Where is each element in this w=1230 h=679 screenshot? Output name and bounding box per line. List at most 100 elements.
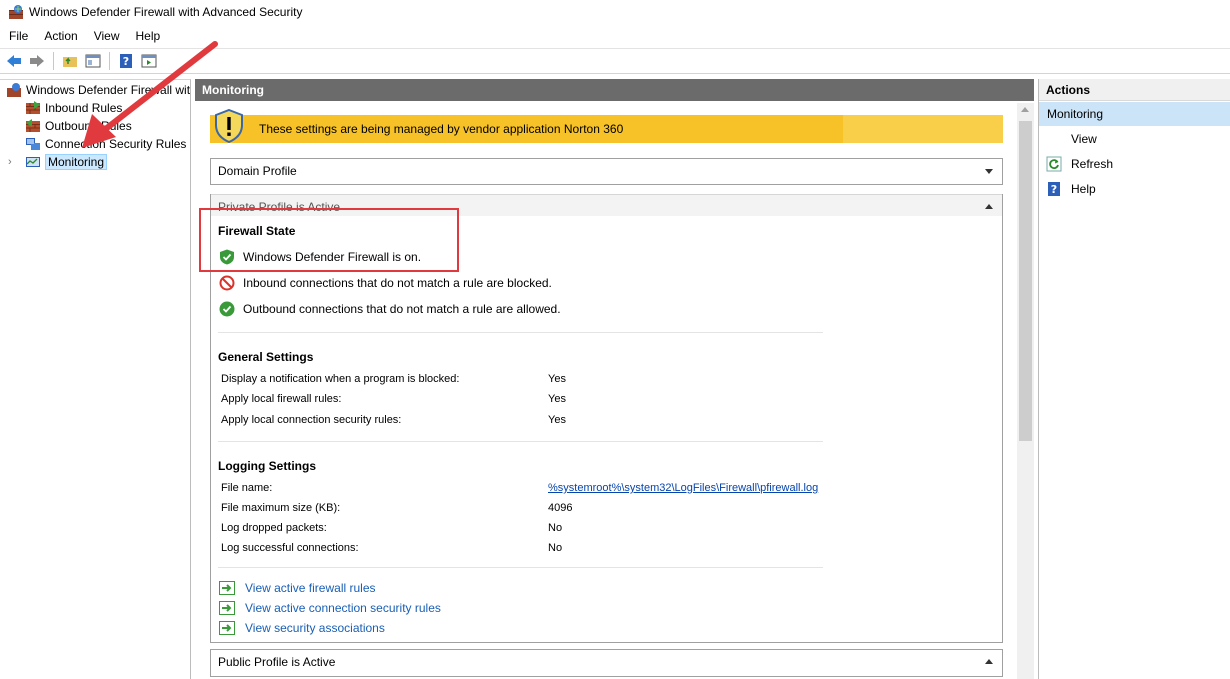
refresh-icon: [1046, 156, 1062, 172]
menu-view[interactable]: View: [85, 29, 127, 43]
link-label: View active firewall rules: [245, 581, 376, 595]
expand-down-icon[interactable]: [985, 169, 993, 174]
collapse-up-icon[interactable]: [985, 204, 993, 209]
setting-label: Log successful connections:: [221, 542, 359, 554]
actions-pane: Actions Monitoring View Refresh ? Help: [1038, 79, 1230, 679]
forward-button[interactable]: [27, 51, 47, 71]
svg-text:?: ?: [123, 55, 129, 68]
setting-value: Yes: [548, 414, 566, 426]
tree-item-outbound-rules[interactable]: Outbound Rules: [25, 117, 132, 135]
action-help[interactable]: ? Help: [1039, 178, 1096, 200]
tree-root-label: Windows Defender Firewall with: [26, 83, 191, 97]
actions-header: Actions: [1039, 79, 1230, 101]
green-arrow-icon: [219, 581, 235, 595]
domain-profile-section[interactable]: Domain Profile: [210, 158, 1003, 185]
action-view[interactable]: View: [1039, 128, 1097, 150]
setting-label: Apply local firewall rules:: [221, 393, 342, 405]
monitoring-icon: [26, 157, 40, 167]
action-label: Help: [1071, 182, 1096, 196]
link-label: View security associations: [245, 621, 385, 635]
vertical-scrollbar[interactable]: [1017, 103, 1034, 679]
scroll-up-icon[interactable]: [1021, 107, 1029, 112]
green-arrow-icon: [219, 621, 235, 635]
action-refresh[interactable]: Refresh: [1039, 153, 1113, 175]
outbound-allowed-row: Outbound connections that do not match a…: [219, 301, 561, 317]
menu-action[interactable]: Action: [35, 29, 84, 43]
tree-item-inbound-rules[interactable]: Inbound Rules: [25, 99, 122, 117]
logging-settings-heading: Logging Settings: [218, 459, 316, 473]
log-file-link[interactable]: %systemroot%\system32\LogFiles\Firewall\…: [548, 482, 818, 494]
setting-label: Display a notification when a program is…: [221, 373, 460, 385]
forward-arrow-icon: [30, 55, 44, 67]
console-tree: Windows Defender Firewall with Inbound R…: [0, 79, 191, 679]
connection-security-icon: [26, 138, 40, 150]
actions-subheader[interactable]: Monitoring: [1039, 102, 1230, 126]
public-profile-section[interactable]: Public Profile is Active: [210, 649, 1003, 677]
outbound-rules-icon: [26, 119, 40, 132]
section-divider: [218, 332, 823, 333]
up-folder-icon: [63, 57, 77, 67]
status-text: Outbound connections that do not match a…: [243, 302, 561, 316]
domain-profile-title: Domain Profile: [218, 164, 297, 178]
help-icon: ?: [1048, 182, 1060, 196]
setting-label: Log dropped packets:: [221, 522, 327, 534]
warning-shield-icon: [215, 109, 243, 143]
menu-file[interactable]: File: [0, 29, 35, 43]
tree-item-connection-security-rules[interactable]: Connection Security Rules: [25, 135, 186, 153]
blocked-icon: [219, 275, 235, 291]
toolbar-separator: [53, 52, 54, 70]
inbound-blocked-row: Inbound connections that do not match a …: [219, 275, 552, 291]
tree-item-label: Inbound Rules: [45, 101, 123, 115]
blank-icon: [1046, 131, 1062, 147]
inbound-rules-icon: [26, 101, 40, 114]
help-icon: ?: [120, 54, 132, 68]
show-hide-action-pane-button[interactable]: [139, 51, 159, 71]
firewall-app-icon: [9, 5, 23, 19]
setting-label: File name:: [221, 482, 273, 494]
toolbar: ?: [0, 48, 1230, 74]
tree-item-label: Outbound Rules: [45, 119, 132, 133]
show-hide-tree-button[interactable]: [83, 51, 103, 71]
setting-value: 4096: [548, 502, 573, 514]
green-arrow-icon: [219, 601, 235, 615]
setting-value: No: [548, 522, 563, 534]
tree-root[interactable]: Windows Defender Firewall with: [6, 81, 191, 99]
setting-value: Yes: [548, 393, 566, 405]
banner-text: These settings are being managed by vend…: [259, 122, 624, 136]
action-label: View: [1071, 132, 1097, 146]
svg-text:?: ?: [1051, 183, 1057, 196]
section-divider: [218, 567, 823, 568]
back-arrow-icon: [7, 55, 21, 67]
help-button[interactable]: ?: [116, 51, 136, 71]
tree-item-label: Monitoring: [45, 154, 108, 170]
tree-item-label: Connection Security Rules: [45, 137, 187, 151]
up-folder-button[interactable]: [60, 51, 80, 71]
view-active-firewall-rules-link[interactable]: View active firewall rules: [219, 581, 376, 595]
window-title: Windows Defender Firewall with Advanced …: [29, 5, 303, 19]
section-divider: [218, 441, 823, 442]
general-settings-heading: General Settings: [218, 350, 314, 364]
console-tree-icon: [85, 54, 101, 68]
toolbar-separator: [109, 52, 110, 70]
center-pane-header: Monitoring: [195, 79, 1034, 101]
public-profile-title: Public Profile is Active: [218, 655, 336, 669]
view-active-connection-security-rules-link[interactable]: View active connection security rules: [219, 601, 441, 615]
menu-help[interactable]: Help: [127, 29, 168, 43]
view-security-associations-link[interactable]: View security associations: [219, 621, 385, 635]
collapse-up-icon[interactable]: [985, 659, 993, 664]
title-bar: Windows Defender Firewall with Advanced …: [0, 0, 1230, 24]
action-pane-icon: [141, 54, 157, 68]
allowed-check-icon: [219, 301, 235, 317]
menu-bar: File Action View Help: [0, 26, 167, 46]
back-button[interactable]: [4, 51, 24, 71]
action-label: Refresh: [1071, 157, 1114, 171]
status-text: Inbound connections that do not match a …: [243, 276, 552, 290]
scroll-thumb[interactable]: [1019, 121, 1032, 441]
banner-right-shade: [843, 115, 1003, 143]
chevron-right-icon[interactable]: ›: [8, 156, 12, 168]
managed-banner: These settings are being managed by vend…: [210, 109, 1003, 143]
center-pane: Monitoring These settings are being mana…: [195, 79, 1034, 679]
tree-item-monitoring[interactable]: Monitoring: [25, 153, 108, 171]
link-label: View active connection security rules: [245, 601, 441, 615]
setting-label: File maximum size (KB):: [221, 502, 341, 514]
